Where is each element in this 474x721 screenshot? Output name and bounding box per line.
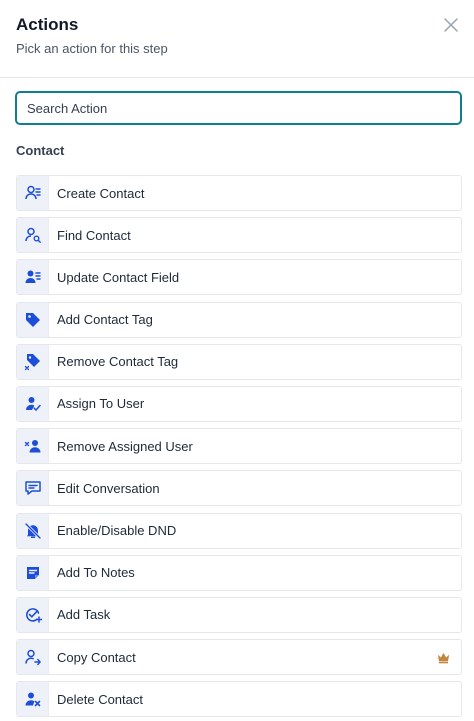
action-list: Create Contact Find Contact Update Conta… — [16, 175, 462, 721]
update-contact-field-icon — [17, 260, 49, 295]
action-create-contact[interactable]: Create Contact — [16, 175, 462, 211]
close-icon[interactable] — [442, 16, 460, 34]
action-add-contact-tag[interactable]: Add Contact Tag — [16, 301, 462, 338]
action-remove-contact-tag[interactable]: Remove Contact Tag — [16, 343, 462, 380]
action-label: Remove Assigned User — [57, 438, 193, 454]
action-label: Delete Contact — [57, 691, 143, 707]
action-update-contact-field[interactable]: Update Contact Field — [16, 259, 462, 296]
action-find-contact[interactable]: Find Contact — [16, 217, 462, 254]
action-label: Add To Notes — [57, 565, 135, 581]
action-copy-contact[interactable]: Copy Contact — [16, 639, 462, 676]
action-label: Copy Contact — [57, 649, 136, 665]
panel-title: Actions — [16, 15, 79, 34]
panel-header: Actions Pick an action for this step — [0, 0, 474, 78]
actions-panel: Actions Pick an action for this step Con… — [0, 0, 474, 721]
delete-contact-icon — [17, 682, 49, 717]
tag-icon — [17, 302, 49, 337]
action-add-to-notes[interactable]: Add To Notes — [16, 554, 462, 591]
action-label: Update Contact Field — [57, 269, 180, 285]
conversation-icon — [17, 471, 49, 506]
action-label: Edit Conversation — [57, 480, 160, 496]
action-remove-assigned-user[interactable]: Remove Assigned User — [16, 428, 462, 465]
action-label: Find Contact — [57, 227, 131, 243]
crown-icon — [436, 650, 451, 665]
find-contact-icon — [17, 218, 49, 253]
action-label: Assign To User — [57, 396, 145, 412]
copy-contact-icon — [17, 640, 49, 675]
action-label: Enable/Disable DND — [57, 523, 177, 538]
action-enable-disable-dnd[interactable]: Enable/Disable DND — [16, 512, 462, 549]
remove-tag-icon — [17, 344, 49, 379]
assign-user-icon — [17, 386, 49, 421]
action-edit-conversation[interactable]: Edit Conversation — [16, 470, 462, 507]
dnd-icon — [17, 513, 49, 548]
remove-user-icon — [17, 429, 49, 464]
action-add-task[interactable]: Add Task — [16, 596, 462, 633]
action-assign-to-user[interactable]: Assign To User — [16, 385, 462, 422]
action-delete-contact[interactable]: Delete Contact — [16, 681, 462, 718]
action-label: Create Contact — [57, 185, 145, 201]
action-label: Add Task — [57, 607, 111, 623]
notes-icon — [17, 555, 49, 590]
action-label: Remove Contact Tag — [57, 354, 179, 370]
search-input[interactable] — [15, 91, 462, 125]
panel-subtitle: Pick an action for this step — [16, 41, 168, 56]
action-label: Add Contact Tag — [57, 312, 153, 328]
add-task-icon — [17, 597, 49, 632]
section-label-contact: Contact — [16, 143, 65, 158]
create-contact-icon — [17, 176, 49, 210]
